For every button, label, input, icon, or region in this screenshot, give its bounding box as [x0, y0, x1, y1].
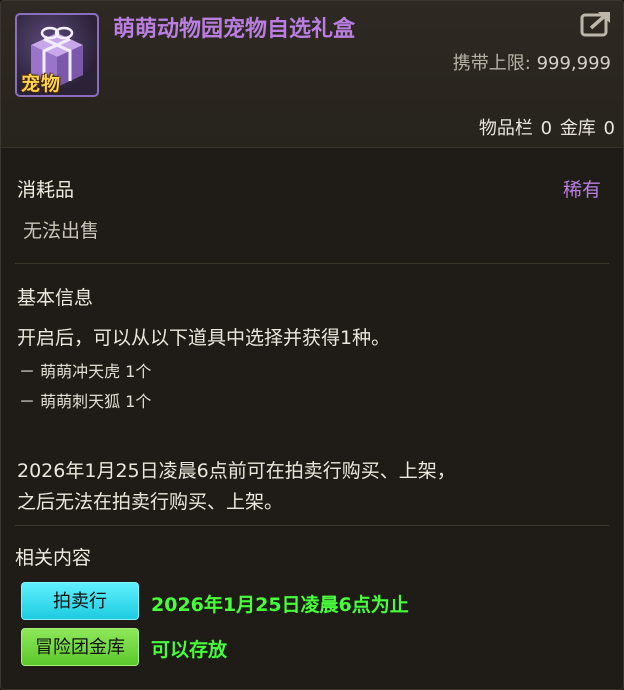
auction-deadline: 2026年1月25日凌晨6点为止 — [151, 594, 409, 616]
item-title: 萌萌动物园宠物自选礼盒 — [113, 17, 356, 42]
carry-limit: 携带上限: 999,999 — [453, 49, 611, 75]
carry-limit-value: 999,999 — [536, 53, 611, 74]
inventory-count: 0 — [540, 118, 553, 139]
rarity-label: 稀有 — [562, 179, 601, 201]
basic-info-heading: 基本信息 — [17, 287, 94, 309]
icon-category-tag: 宠物 — [21, 73, 62, 95]
auction-notice-line-2: 之后无法在拍卖行购买、上架。 — [17, 491, 284, 513]
carry-limit-label: 携带上限: — [452, 53, 531, 74]
warehouse-status: 可以存放 — [151, 639, 228, 661]
gift-box-icon: 宠物 — [15, 13, 99, 97]
item-description: 开启后，可以从以下道具中选择并获得1种。 — [17, 327, 391, 349]
section-divider — [15, 263, 609, 264]
reward-item: － 萌萌冲天虎 1个 — [19, 362, 152, 381]
share-icon[interactable] — [579, 9, 613, 39]
vault-label: 金库 — [559, 118, 596, 139]
guild-warehouse-button[interactable]: 冒险团金库 — [21, 628, 139, 666]
reward-item: － 萌萌刺天狐 1个 — [19, 392, 152, 411]
tooltip-header: 宠物 萌萌动物园宠物自选礼盒 携带上限: 999,999 物品栏 0 金库 0 — [1, 1, 623, 148]
section-divider — [15, 525, 609, 526]
storage-counts: 物品栏 0 金库 0 — [477, 114, 615, 140]
item-tooltip: 宠物 萌萌动物园宠物自选礼盒 携带上限: 999,999 物品栏 0 金库 0 … — [0, 0, 624, 690]
sell-status: 无法出售 — [23, 220, 100, 242]
inventory-label: 物品栏 — [478, 118, 533, 139]
vault-count: 0 — [603, 118, 615, 139]
auction-house-button[interactable]: 拍卖行 — [21, 582, 139, 620]
related-content-heading: 相关内容 — [15, 547, 92, 569]
item-type: 消耗品 — [17, 179, 75, 201]
auction-notice-line-1: 2026年1月25日凌晨6点前可在拍卖行购买、上架， — [17, 460, 456, 482]
